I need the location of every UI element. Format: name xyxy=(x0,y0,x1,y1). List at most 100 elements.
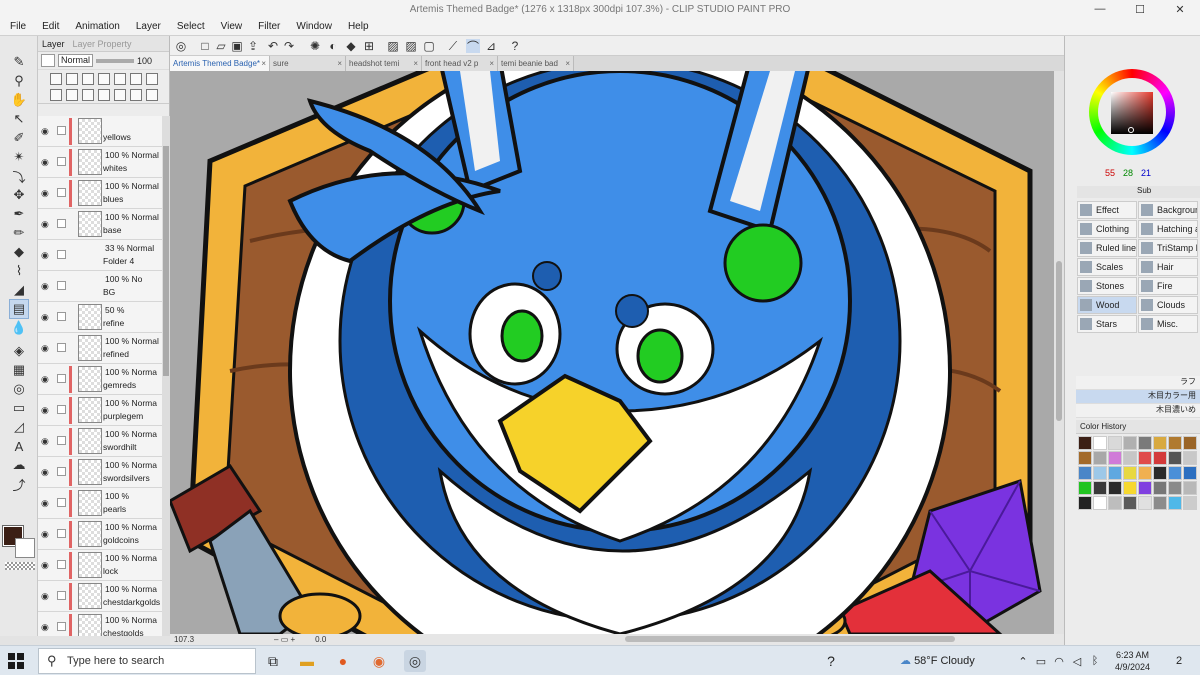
layer-name[interactable]: whites xyxy=(103,163,127,173)
export-icon[interactable]: ⇪ xyxy=(246,39,260,53)
color-history-swatch[interactable] xyxy=(1168,436,1182,450)
eye-icon[interactable]: ◉ xyxy=(41,219,52,230)
gradient-tool-icon[interactable]: ▦ xyxy=(9,360,29,380)
color-history-swatch[interactable] xyxy=(1108,466,1122,480)
color-history-swatch[interactable] xyxy=(1183,436,1197,450)
color-history-swatch[interactable] xyxy=(1093,481,1107,495)
pen-icon[interactable]: ✒ xyxy=(9,204,29,224)
layer-row[interactable]: ◉ 100 % Norma lock xyxy=(38,550,162,581)
opacity-value[interactable]: 100 xyxy=(137,56,152,66)
layer-row[interactable]: ◉ 100 % Normal refined xyxy=(38,333,162,364)
eye-icon[interactable]: ◉ xyxy=(41,250,52,261)
layer-name[interactable]: Folder 4 xyxy=(103,256,134,266)
ruler-link-icon[interactable] xyxy=(146,73,158,85)
layer-scrollbar[interactable] xyxy=(162,116,170,636)
zoom-tool-icon[interactable]: ⚲ xyxy=(9,71,29,91)
blend-mode-select[interactable]: Normal xyxy=(58,54,94,67)
eye-icon[interactable]: ◉ xyxy=(41,126,52,137)
layer-row[interactable]: ◉ 100 % Norma chestgolds xyxy=(38,612,162,636)
material-item[interactable]: Hair xyxy=(1138,258,1198,276)
layer-name[interactable]: goldcoins xyxy=(103,535,139,545)
eye-icon[interactable]: ◉ xyxy=(41,157,52,168)
zoom-controls-icon[interactable]: – ▭ + xyxy=(274,635,295,644)
airbrush-icon[interactable]: ◢ xyxy=(9,280,29,300)
draft-layer-icon[interactable] xyxy=(98,73,110,85)
layer-checkbox[interactable] xyxy=(57,250,66,259)
zoom-value[interactable]: 107.3 xyxy=(174,635,194,644)
eye-icon[interactable]: ◉ xyxy=(41,591,52,602)
system-clock[interactable]: 6:23 AM 4/9/2024 xyxy=(1115,649,1150,673)
doc-tab-active[interactable]: Artemis Themed Badge* × xyxy=(170,56,270,71)
layer-name[interactable]: purplegem xyxy=(103,411,143,421)
color-history-swatch[interactable] xyxy=(1183,481,1197,495)
drawing-canvas[interactable] xyxy=(170,71,1054,634)
color-history-swatch[interactable] xyxy=(1108,481,1122,495)
eye-icon[interactable]: ◉ xyxy=(41,405,52,416)
material-item[interactable]: Scales xyxy=(1077,258,1137,276)
eye-icon[interactable]: ◉ xyxy=(41,622,52,633)
close-button[interactable]: ✕ xyxy=(1160,0,1200,18)
color-history-swatch[interactable] xyxy=(1153,436,1167,450)
layer-checkbox[interactable] xyxy=(57,467,66,476)
snap-special-ruler-icon[interactable]: ⌒ xyxy=(466,39,480,54)
close-tab-icon[interactable]: × xyxy=(337,56,342,71)
transform-icon[interactable]: ◆ xyxy=(344,39,358,53)
correct-line-icon[interactable]: ⤴ xyxy=(9,474,29,494)
tab-layer-property[interactable]: Layer Property xyxy=(73,39,132,49)
material-item[interactable]: Fire xyxy=(1138,277,1198,295)
weather-widget[interactable]: ☁ 58°F Cloudy xyxy=(900,654,975,667)
new-file-icon[interactable]: □ xyxy=(198,39,212,53)
color-history-swatch[interactable] xyxy=(1123,466,1137,480)
layer-name[interactable]: chestgolds xyxy=(103,628,144,636)
transparent-color-swatch[interactable] xyxy=(5,562,35,570)
brush-item[interactable]: ラフ xyxy=(1076,376,1200,390)
help-taskbar-icon[interactable]: ? xyxy=(820,650,842,672)
layer-checkbox[interactable] xyxy=(57,219,66,228)
color-history-swatch[interactable] xyxy=(1153,451,1167,465)
color-history-swatch[interactable] xyxy=(1123,481,1137,495)
layer-name[interactable]: chestdarkgolds xyxy=(103,597,160,607)
layer-row[interactable]: ◉ 100 % Norma purplegem xyxy=(38,395,162,426)
material-item[interactable]: Ruled line xyxy=(1077,239,1137,257)
minimize-button[interactable]: — xyxy=(1080,0,1120,18)
file-explorer-icon[interactable]: ▬ xyxy=(296,650,318,672)
layer-row[interactable]: ◉ 100 % Normal base xyxy=(38,209,162,240)
layer-row[interactable]: ◉ 100 % Norma chestdarkgolds xyxy=(38,581,162,612)
eraser-icon[interactable]: ◆ xyxy=(9,242,29,262)
menu-view[interactable]: View xyxy=(221,21,243,32)
layer-checkbox[interactable] xyxy=(57,498,66,507)
deselect-icon[interactable]: ▨ xyxy=(386,39,400,53)
redo-icon[interactable]: ↷ xyxy=(282,39,296,53)
material-item[interactable]: Stars xyxy=(1077,315,1137,333)
menu-file[interactable]: File xyxy=(10,21,26,32)
layer-name[interactable]: refine xyxy=(103,318,124,328)
fill-icon[interactable]: ◐ xyxy=(326,39,340,53)
layer-row[interactable]: ◉ 100 % Normal blues xyxy=(38,178,162,209)
layer-color-box[interactable] xyxy=(41,54,55,67)
color-history-swatch[interactable] xyxy=(1078,436,1092,450)
layer-scroll-thumb[interactable] xyxy=(163,146,169,376)
color-history-swatch[interactable] xyxy=(1123,496,1137,510)
new-vector-layer-icon[interactable] xyxy=(66,89,78,101)
color-history-swatch[interactable] xyxy=(1123,451,1137,465)
layer-name[interactable]: refined xyxy=(103,349,129,359)
color-history-swatch[interactable] xyxy=(1138,466,1152,480)
layer-checkbox[interactable] xyxy=(57,343,66,352)
selection-icon[interactable]: ▢ xyxy=(422,39,436,53)
layer-name[interactable]: pearls xyxy=(103,504,126,514)
clear-icon[interactable]: ✺ xyxy=(308,39,322,53)
color-history-swatch[interactable] xyxy=(1138,496,1152,510)
hand-tool-icon[interactable]: ✋ xyxy=(9,90,29,110)
invert-selection-icon[interactable]: ▨ xyxy=(404,39,418,53)
layer-checkbox[interactable] xyxy=(57,622,66,631)
layer-checkbox[interactable] xyxy=(57,126,66,135)
menu-edit[interactable]: Edit xyxy=(42,21,59,32)
mask-create-icon[interactable] xyxy=(130,89,142,101)
close-tab-icon[interactable]: × xyxy=(565,56,570,71)
bluetooth-icon[interactable]: ᛒ xyxy=(1084,650,1106,672)
layer-row[interactable]: ◉ 50 % refine xyxy=(38,302,162,333)
doc-tab[interactable]: headshot temi × xyxy=(346,56,422,71)
undo-icon[interactable]: ↶ xyxy=(266,39,280,53)
angle-value[interactable]: 0.0 xyxy=(315,635,326,644)
color-history-swatch[interactable] xyxy=(1093,496,1107,510)
